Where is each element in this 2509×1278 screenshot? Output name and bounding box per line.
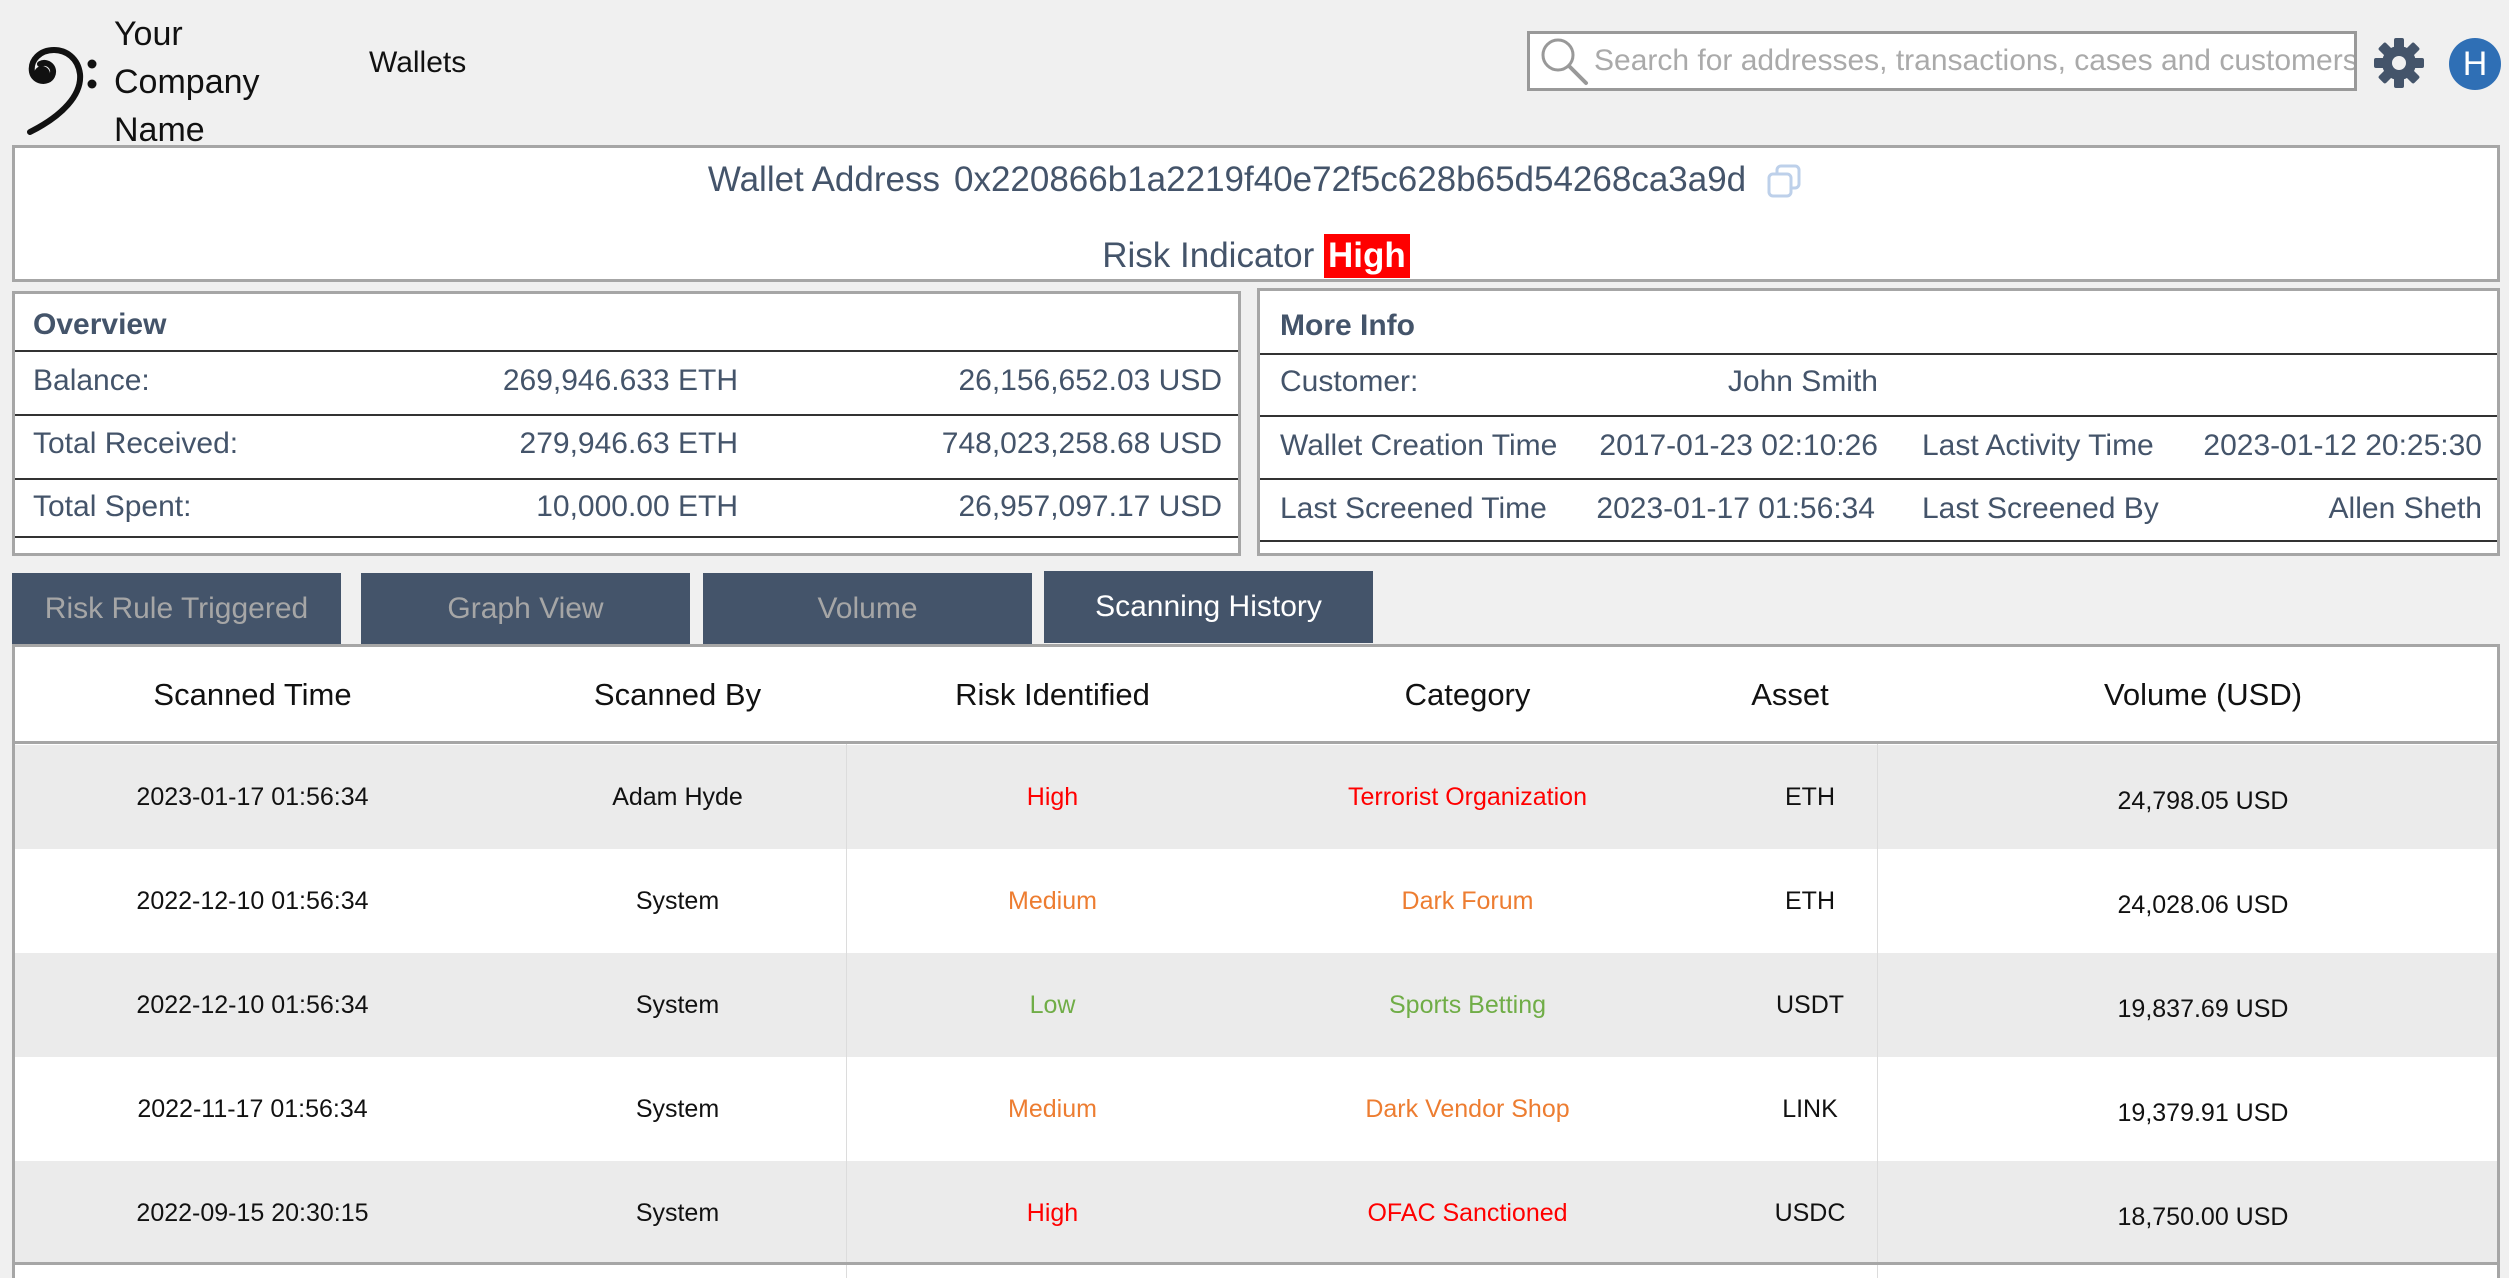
last-screened-by-label: Last Screened By [1922, 492, 2159, 525]
table-row[interactable]: 2022-09-15 20:30:15 System High OFAC San… [15, 1161, 2497, 1265]
gear-icon[interactable] [2372, 36, 2426, 90]
cell-scanned-by: System [635, 887, 720, 915]
column-header-risk-identified[interactable]: Risk Identified [865, 677, 1240, 713]
divider [1260, 415, 2497, 417]
table-row[interactable]: 2022-12-10 01:56:34 System Medium Dark F… [15, 849, 2497, 953]
bass-clef-logo-icon [27, 46, 97, 135]
cell-scanned-by: Adam Hyde [612, 783, 743, 811]
cell-risk: High [1026, 1199, 1079, 1227]
tab-graph-view[interactable]: Graph View [361, 573, 690, 645]
overview-received-label: Total Received: [33, 427, 239, 460]
divider [15, 414, 1238, 416]
table-row[interactable]: 2022-12-10 01:56:34 System Low Sports Be… [15, 953, 2497, 1057]
cell-volume: 19,837.69 USD [2117, 995, 2289, 1023]
cell-risk: High [1026, 783, 1079, 811]
tab-risk-rule-triggered[interactable]: Risk Rule Triggered [12, 573, 341, 645]
column-header-category[interactable]: Category [1240, 677, 1695, 713]
risk-indicator-label: Risk Indicator [1102, 236, 1315, 275]
cell-volume: 19,379.91 USD [2117, 1099, 2289, 1127]
cell-category: Dark Forum [1401, 887, 1534, 915]
table-row[interactable]: 2023-01-17 01:56:34 Adam Hyde High Terro… [15, 745, 2497, 849]
overview-received-usd: 748,023,258.68 USD [941, 427, 1222, 460]
wallet-creation-label: Wallet Creation Time [1280, 429, 1558, 462]
cell-risk: Medium [1008, 887, 1097, 915]
wallet-address-label: Wallet Address [707, 160, 940, 199]
overview-spent-eth: 10,000.00 ETH [536, 490, 738, 523]
cell-category: OFAC Sanctioned [1367, 1199, 1568, 1227]
cell-volume: 24,028.06 USD [2117, 891, 2289, 919]
cell-scanned-time: 2022-11-17 01:56:34 [137, 1095, 368, 1123]
cell-category: Sports Betting [1388, 991, 1547, 1019]
more-info-title: More Info [1280, 309, 1415, 342]
cell-scanned-time: 2022-12-10 01:56:34 [136, 887, 369, 915]
column-header-scanned-time[interactable]: Scanned Time [15, 677, 490, 713]
more-info-panel: More Info Customer: John Smith Wallet Cr… [1257, 288, 2500, 556]
overview-spent-usd: 26,957,097.17 USD [958, 490, 1222, 523]
cell-scanned-time: 2022-09-15 20:30:15 [136, 1199, 369, 1227]
last-screened-time-label: Last Screened Time [1280, 492, 1547, 525]
overview-panel: Overview Balance: 269,946.633 ETH 26,156… [12, 291, 1241, 556]
divider [1260, 353, 2497, 355]
risk-indicator-badge: High [1324, 234, 1410, 278]
divider [15, 536, 1238, 538]
risk-indicator: Risk Indicator High [15, 234, 2497, 278]
divider [1260, 478, 2497, 480]
divider [15, 350, 1238, 352]
nav-wallets-link[interactable]: Wallets [369, 46, 466, 80]
table-row[interactable]: 2022-11-17 01:56:34 System Medium Dark V… [15, 1057, 2497, 1161]
copy-icon[interactable] [1764, 162, 1804, 202]
scanning-history-table: Scanned Time Scanned By Risk Identified … [12, 644, 2500, 1278]
column-divider [1877, 744, 1878, 1278]
column-divider [846, 744, 847, 1278]
cell-scanned-time: 2022-12-10 01:56:34 [136, 991, 369, 1019]
cell-risk: Medium [1008, 1095, 1097, 1123]
overview-balance-eth: 269,946.633 ETH [502, 364, 738, 397]
divider [1260, 540, 2497, 542]
tab-volume[interactable]: Volume [703, 573, 1032, 645]
overview-spent-label: Total Spent: [33, 490, 192, 523]
cell-scanned-time: 2023-01-17 01:56:34 [136, 783, 369, 811]
cell-scanned-by: System [635, 1199, 720, 1227]
company-name: Your Company Name [114, 15, 260, 149]
column-header-scanned-by[interactable]: Scanned By [490, 677, 865, 713]
cell-category: Terrorist Organization [1348, 783, 1587, 811]
search-icon [1541, 38, 1588, 85]
overview-balance-label: Balance: [33, 364, 150, 397]
wallet-creation-value: 2017-01-23 02:10:26 [1599, 429, 1878, 462]
cell-volume: 24,798.05 USD [2117, 787, 2289, 815]
customer-value: John Smith [1727, 365, 1878, 398]
cell-scanned-by: System [635, 1095, 720, 1123]
table-bottom-border [15, 1262, 2497, 1265]
overview-received-eth: 279,946.63 ETH [519, 427, 738, 460]
divider [15, 478, 1238, 480]
last-activity-label: Last Activity Time [1922, 429, 2154, 462]
wallet-summary: Wallet Address 0x220866b1a2219f40e72f5c62… [12, 145, 2500, 282]
last-screened-time-value: 2023-01-17 01:56:34 [1596, 492, 1875, 525]
wallet-address-line: Wallet Address 0x220866b1a2219f40e72f5c62… [15, 160, 2497, 202]
table-header: Scanned Time Scanned By Risk Identified … [15, 647, 2497, 744]
customer-label: Customer: [1280, 365, 1419, 398]
tab-scanning-history[interactable]: Scanning History [1044, 571, 1373, 643]
app-header: Your Company Name Wallets H [0, 0, 2509, 149]
column-header-asset[interactable]: Asset [1695, 677, 1885, 713]
last-screened-by-value: Allen Sheth [2328, 492, 2482, 525]
global-search[interactable] [1527, 31, 2357, 91]
cell-volume: 18,750.00 USD [2117, 1203, 2289, 1231]
overview-balance-usd: 26,156,652.03 USD [958, 364, 1222, 397]
cell-scanned-by: System [635, 991, 720, 1019]
cell-category: Dark Vendor Shop [1365, 1095, 1570, 1123]
cell-risk: Low [1029, 991, 1076, 1019]
wallet-address-value: 0x220866b1a2219f40e72f5c628b65d54268ca3a… [953, 160, 1747, 199]
user-avatar[interactable]: H [2449, 38, 2501, 90]
last-activity-value: 2023-01-12 20:25:30 [2203, 429, 2482, 462]
search-input[interactable] [1592, 44, 2354, 78]
overview-title: Overview [33, 308, 167, 341]
column-header-volume[interactable]: Volume (USD) [2033, 677, 2373, 713]
